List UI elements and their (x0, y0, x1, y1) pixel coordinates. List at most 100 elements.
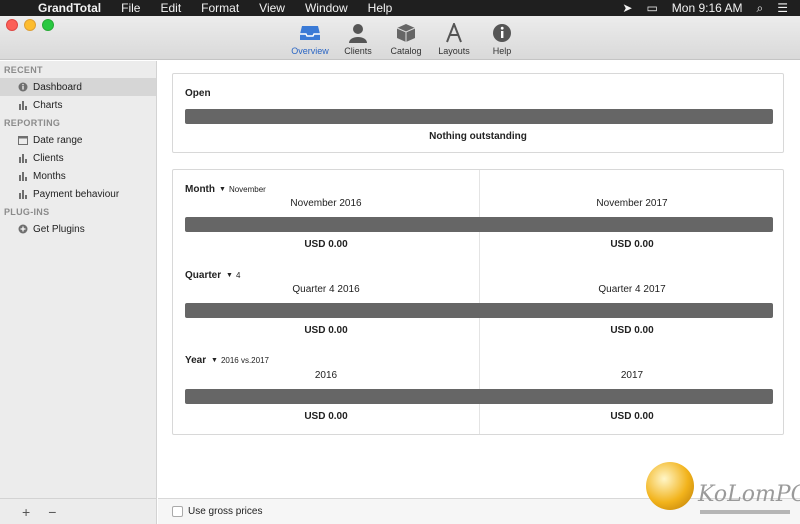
clock[interactable]: Mon 9:16 AM (672, 1, 743, 15)
main-content: Open Nothing outstanding Month ▼ Novembe… (158, 61, 800, 524)
chevron-down-icon: ▼ (211, 357, 218, 364)
sidebar-item-dashboard[interactable]: Dashboard (0, 78, 156, 96)
person-icon (346, 22, 370, 44)
open-card: Open Nothing outstanding (172, 73, 784, 153)
toolbar-catalog[interactable]: Catalog (386, 22, 426, 56)
year-right-title: 2017 (620, 370, 644, 381)
toolbar-overview[interactable]: Overview (290, 22, 330, 56)
year-left-value: USD 0.00 (304, 411, 348, 422)
sidebar-item-months[interactable]: Months (0, 167, 156, 185)
inbox-tray-icon (298, 22, 322, 44)
menu-bar: GrandTotal File Edit Format View Window … (0, 0, 800, 16)
sidebar: RECENT Dashboard Charts REPORTING Date r… (0, 61, 157, 524)
sidebar-item-label: Get Plugins (33, 223, 85, 235)
sidebar-item-payment-behaviour[interactable]: Payment behaviour (0, 185, 156, 203)
location-icon[interactable]: ➤ (622, 1, 632, 15)
month-right-value: USD 0.00 (610, 239, 654, 250)
quarter-left-value: USD 0.00 (304, 325, 348, 336)
quarter-right-value: USD 0.00 (610, 325, 654, 336)
chevron-down-icon: ▼ (219, 186, 226, 193)
sidebar-section-plugins: PLUG-INS (4, 207, 50, 217)
close-window-button[interactable] (6, 19, 18, 31)
periods-card: Month ▼ November November 2016 November … (172, 169, 784, 435)
toolbar-overview-label: Overview (291, 46, 329, 56)
sidebar-item-get-plugins[interactable]: Get Plugins (0, 220, 156, 238)
sidebar-item-label: Dashboard (33, 81, 82, 93)
menu-format[interactable]: Format (201, 1, 239, 15)
open-bar (185, 109, 773, 124)
plus-circle-icon (18, 224, 28, 234)
remove-button[interactable]: − (48, 504, 56, 520)
info-circle-icon (18, 82, 28, 92)
year-dropdown-value: 2016 vs.2017 (220, 356, 269, 365)
year-right-value: USD 0.00 (610, 411, 654, 422)
menu-extras: ➤ ▭ Mon 9:16 AM ⌕ ☰ (622, 1, 800, 16)
year-left-title: 2016 (314, 370, 338, 381)
toolbar-catalog-label: Catalog (390, 46, 422, 56)
sidebar-item-label: Charts (33, 99, 63, 111)
watermark-underline (700, 510, 790, 514)
quarter-left-title: Quarter 4 2016 (292, 284, 360, 295)
title-bar: Overview Clients Catalog Layouts Help (0, 16, 800, 60)
sidebar-item-charts[interactable]: Charts (0, 96, 156, 114)
bar-chart-icon (18, 189, 28, 199)
menu-edit[interactable]: Edit (160, 1, 181, 15)
toolbar-help[interactable]: Help (482, 22, 522, 56)
toolbar-layouts-label: Layouts (438, 46, 470, 56)
window-controls (6, 19, 54, 31)
month-bar (185, 217, 773, 232)
watermark-orb-icon (646, 462, 694, 510)
month-left-title: November 2016 (290, 198, 362, 209)
sidebar-item-date-range[interactable]: Date range (0, 131, 156, 149)
sidebar-item-label: Payment behaviour (33, 188, 120, 200)
open-title: Open (185, 88, 211, 99)
quarter-dropdown[interactable]: ▼ 4 (226, 271, 240, 280)
sidebar-item-label: Clients (33, 152, 64, 164)
bar-chart-icon (18, 171, 28, 181)
sidebar-item-clients[interactable]: Clients (0, 149, 156, 167)
gross-prices-checkbox[interactable] (172, 506, 183, 517)
menu-window[interactable]: Window (305, 1, 348, 15)
gross-prices-label[interactable]: Use gross prices (188, 506, 262, 517)
zoom-window-button[interactable] (42, 19, 54, 31)
year-dropdown[interactable]: ▼ 2016 vs.2017 (211, 356, 269, 365)
list-menu-icon[interactable]: ☰ (777, 1, 788, 15)
sidebar-item-label: Months (33, 170, 66, 182)
toolbar: Overview Clients Catalog Layouts Help (290, 22, 522, 56)
quarter-right-title: Quarter 4 2017 (598, 284, 666, 295)
month-dropdown[interactable]: ▼ November (219, 185, 266, 194)
add-button[interactable]: + (22, 504, 30, 520)
info-icon (490, 22, 514, 44)
toolbar-help-label: Help (492, 46, 512, 56)
box-icon (394, 22, 418, 44)
menu-view[interactable]: View (259, 1, 285, 15)
sidebar-section-recent: RECENT (4, 65, 43, 75)
airplay-icon[interactable]: ▭ (646, 1, 657, 15)
bar-chart-icon (18, 100, 28, 110)
menu-help[interactable]: Help (368, 1, 393, 15)
bar-chart-icon (18, 153, 28, 163)
quarter-dropdown-value: 4 (235, 271, 241, 280)
search-icon[interactable]: ⌕ (757, 1, 764, 16)
calendar-icon (18, 135, 28, 145)
watermark: KoLomPC (640, 462, 800, 524)
year-bar (185, 389, 773, 404)
sidebar-section-reporting: REPORTING (4, 118, 61, 128)
quarter-bar (185, 303, 773, 318)
sidebar-item-label: Date range (33, 134, 83, 146)
month-dropdown-value: November (228, 185, 266, 194)
toolbar-clients[interactable]: Clients (338, 22, 378, 56)
menu-file[interactable]: File (121, 1, 140, 15)
chevron-down-icon: ▼ (226, 272, 233, 279)
toolbar-clients-label: Clients (344, 46, 372, 56)
menu-app-name[interactable]: GrandTotal (38, 1, 101, 15)
month-label: Month (185, 184, 215, 195)
month-left-value: USD 0.00 (304, 239, 348, 250)
minimize-window-button[interactable] (24, 19, 36, 31)
app-window: Overview Clients Catalog Layouts Help RE… (0, 16, 800, 524)
quarter-label: Quarter (185, 270, 222, 281)
toolbar-layouts[interactable]: Layouts (434, 22, 474, 56)
layouts-icon (442, 22, 466, 44)
open-status: Nothing outstanding (429, 131, 527, 142)
watermark-text: KoLomPC (698, 482, 800, 507)
